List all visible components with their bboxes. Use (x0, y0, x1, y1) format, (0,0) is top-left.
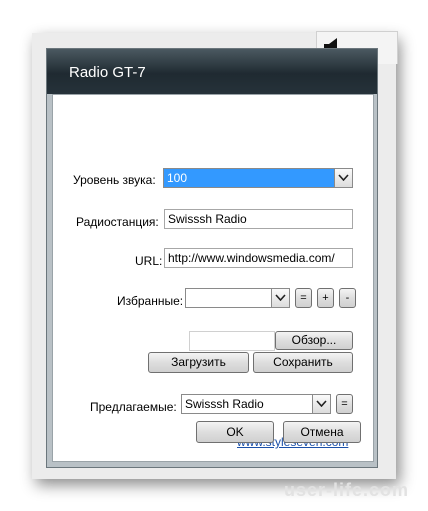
chevron-down-icon[interactable] (312, 395, 330, 413)
volume-select[interactable]: 100 (163, 168, 353, 188)
ok-button[interactable]: OK (196, 421, 274, 443)
volume-label: Уровень звука: (73, 173, 156, 187)
browse-field[interactable] (189, 331, 275, 351)
window-title: Radio GT-7 (69, 64, 146, 81)
favorites-add-button[interactable]: + (317, 288, 334, 308)
suggested-value: Swisssh Radio (185, 397, 264, 411)
settings-dialog: Radio GT-7 Уровень звука: 100 Радиостанц… (46, 48, 378, 468)
station-label: Радиостанция: (76, 215, 159, 229)
favorites-select-button[interactable]: = (295, 288, 312, 308)
browse-button[interactable]: Обзор... (275, 331, 353, 350)
favorites-label: Избранные: (117, 294, 184, 308)
suggested-select-button[interactable]: = (336, 394, 353, 414)
load-button[interactable]: Загрузить (148, 352, 249, 373)
favorites-select[interactable] (185, 288, 290, 308)
url-input[interactable]: http://www.windowsmedia.com/ (164, 248, 353, 268)
favorites-remove-button[interactable]: - (339, 288, 356, 308)
cancel-button[interactable]: Отмена (283, 421, 361, 443)
chevron-down-icon[interactable] (271, 289, 289, 307)
station-input[interactable]: Swisssh Radio (164, 209, 353, 229)
suggested-label: Предлагаемые: (90, 400, 177, 414)
suggested-select[interactable]: Swisssh Radio (181, 394, 331, 414)
title-bar: Radio GT-7 (47, 49, 377, 94)
url-label: URL: (135, 254, 163, 268)
watermark: user-life.com (284, 480, 410, 500)
volume-value: 100 (167, 171, 188, 185)
chevron-down-icon[interactable] (334, 169, 352, 187)
save-button[interactable]: Сохранить (253, 352, 353, 373)
dialog-body: Уровень звука: 100 Радиостанция: Swisssh… (52, 94, 374, 462)
